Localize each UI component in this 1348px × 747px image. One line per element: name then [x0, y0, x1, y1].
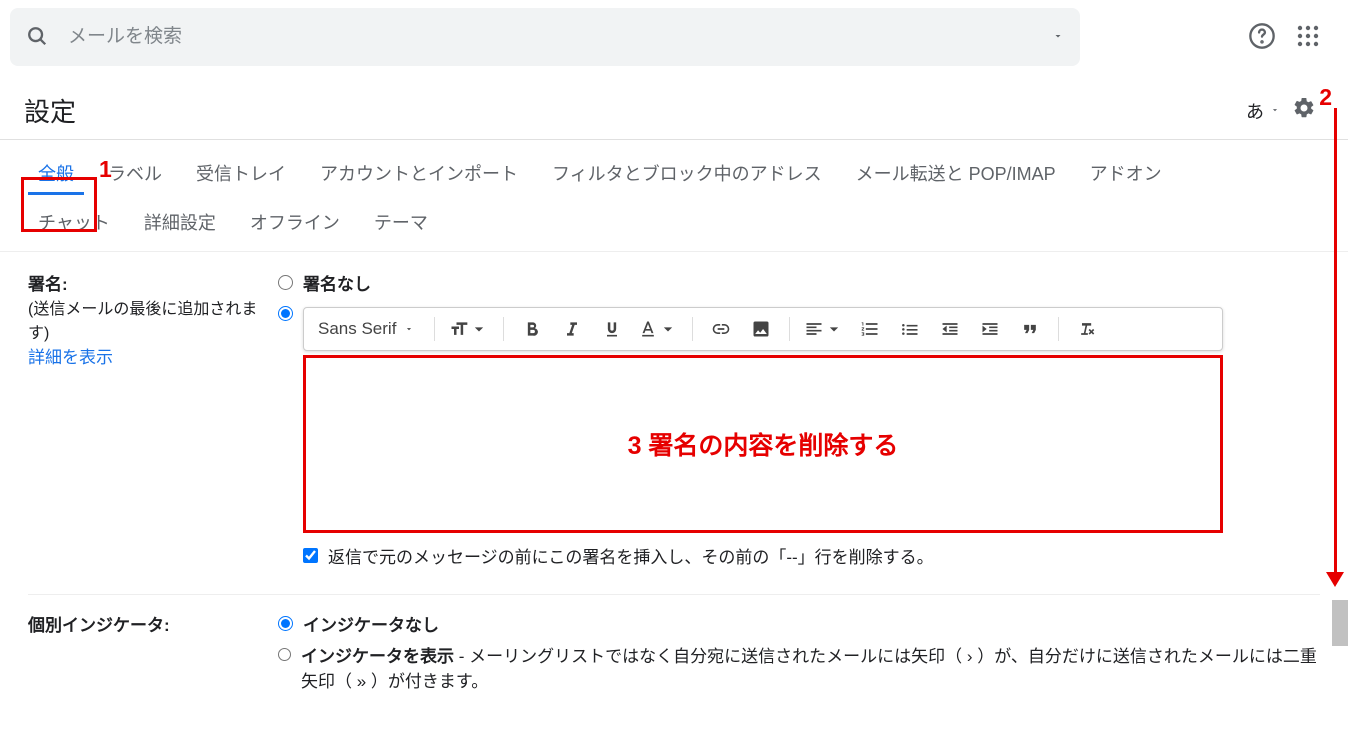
text-color-button[interactable]	[634, 314, 682, 344]
help-icon[interactable]	[1248, 22, 1276, 53]
underline-button[interactable]	[594, 314, 630, 344]
indicator-section: 個別インジケータ: インジケータなし インジケータを表示 - メーリングリストで…	[28, 611, 1320, 718]
search-options-dropdown[interactable]	[1052, 29, 1064, 45]
signature-none-radio[interactable]	[278, 275, 293, 290]
input-tool-dropdown-icon[interactable]	[1270, 102, 1280, 120]
input-tool-label[interactable]: あ	[1246, 98, 1264, 124]
signature-editor[interactable]: 3 署名の内容を削除する	[303, 355, 1223, 533]
search-icon	[26, 25, 48, 50]
insert-before-quote-checkbox[interactable]	[303, 548, 318, 563]
quote-button[interactable]	[1012, 314, 1048, 344]
insert-before-quote-label: 返信で元のメッセージの前にこの署名を挿入し、その前の「--」行を削除する。	[328, 543, 934, 568]
signature-none-label: 署名なし	[303, 270, 371, 295]
settings-tabs: 全般 ラベル 受信トレイ アカウントとインポート フィルタとブロック中のアドレス…	[0, 140, 1348, 252]
signature-custom-radio[interactable]	[278, 306, 293, 321]
link-button[interactable]	[703, 314, 739, 344]
indicator-none-radio[interactable]	[278, 616, 293, 631]
page-title: 設定	[24, 92, 76, 129]
indicator-show-radio[interactable]	[278, 647, 291, 662]
annotation-number-2: 2	[1319, 84, 1332, 111]
top-bar	[0, 0, 1348, 74]
indent-less-button[interactable]	[932, 314, 968, 344]
signature-details-link[interactable]: 詳細を表示	[28, 348, 113, 367]
signature-label: 署名:	[28, 270, 278, 295]
signature-sublabel: (送信メールの最後に追加されます)	[28, 295, 278, 343]
font-selector[interactable]: Sans Serif	[314, 317, 424, 341]
align-button[interactable]	[800, 314, 848, 344]
annotation-arrow-line	[1334, 108, 1337, 576]
numbered-list-button[interactable]	[852, 314, 888, 344]
tab-themes[interactable]: テーマ	[364, 203, 438, 241]
tab-accounts[interactable]: アカウントとインポート	[310, 154, 528, 195]
font-size-button[interactable]	[445, 314, 493, 344]
bold-button[interactable]	[514, 314, 550, 344]
tab-chat[interactable]: チャット	[28, 203, 120, 241]
bulleted-list-button[interactable]	[892, 314, 928, 344]
tab-filters[interactable]: フィルタとブロック中のアドレス	[542, 154, 832, 195]
search-input[interactable]	[68, 26, 1052, 48]
indicator-show-label: インジケータを表示	[301, 647, 454, 666]
tab-forwarding[interactable]: メール転送と POP/IMAP	[846, 154, 1066, 195]
annotation-arrow-head	[1326, 572, 1344, 587]
indicator-show-desc: - メーリングリストではなく自分宛に送信されたメールには矢印（ › ）が、自分だ…	[301, 647, 1317, 691]
tab-general[interactable]: 全般	[28, 154, 84, 195]
tab-inbox[interactable]: 受信トレイ	[186, 154, 296, 195]
remove-formatting-button[interactable]	[1069, 314, 1105, 344]
indicator-none-label: インジケータなし	[303, 611, 439, 636]
indent-more-button[interactable]	[972, 314, 1008, 344]
signature-section: 署名: (送信メールの最後に追加されます) 詳細を表示 署名なし Sans Se…	[28, 270, 1320, 595]
search-box[interactable]	[10, 8, 1080, 66]
editor-toolbar: Sans Serif	[303, 307, 1223, 351]
image-button[interactable]	[743, 314, 779, 344]
tab-advanced[interactable]: 詳細設定	[134, 203, 226, 241]
indicator-label: 個別インジケータ:	[28, 611, 278, 636]
scrollbar-thumb[interactable]	[1332, 600, 1348, 646]
settings-header: 設定 あ	[0, 74, 1348, 140]
tab-offline[interactable]: オフライン	[240, 203, 350, 241]
gear-icon[interactable]	[1292, 96, 1316, 125]
apps-icon[interactable]	[1296, 24, 1320, 51]
tab-addons[interactable]: アドオン	[1080, 154, 1172, 195]
annotation-number-1: 1	[99, 156, 112, 183]
italic-button[interactable]	[554, 314, 590, 344]
